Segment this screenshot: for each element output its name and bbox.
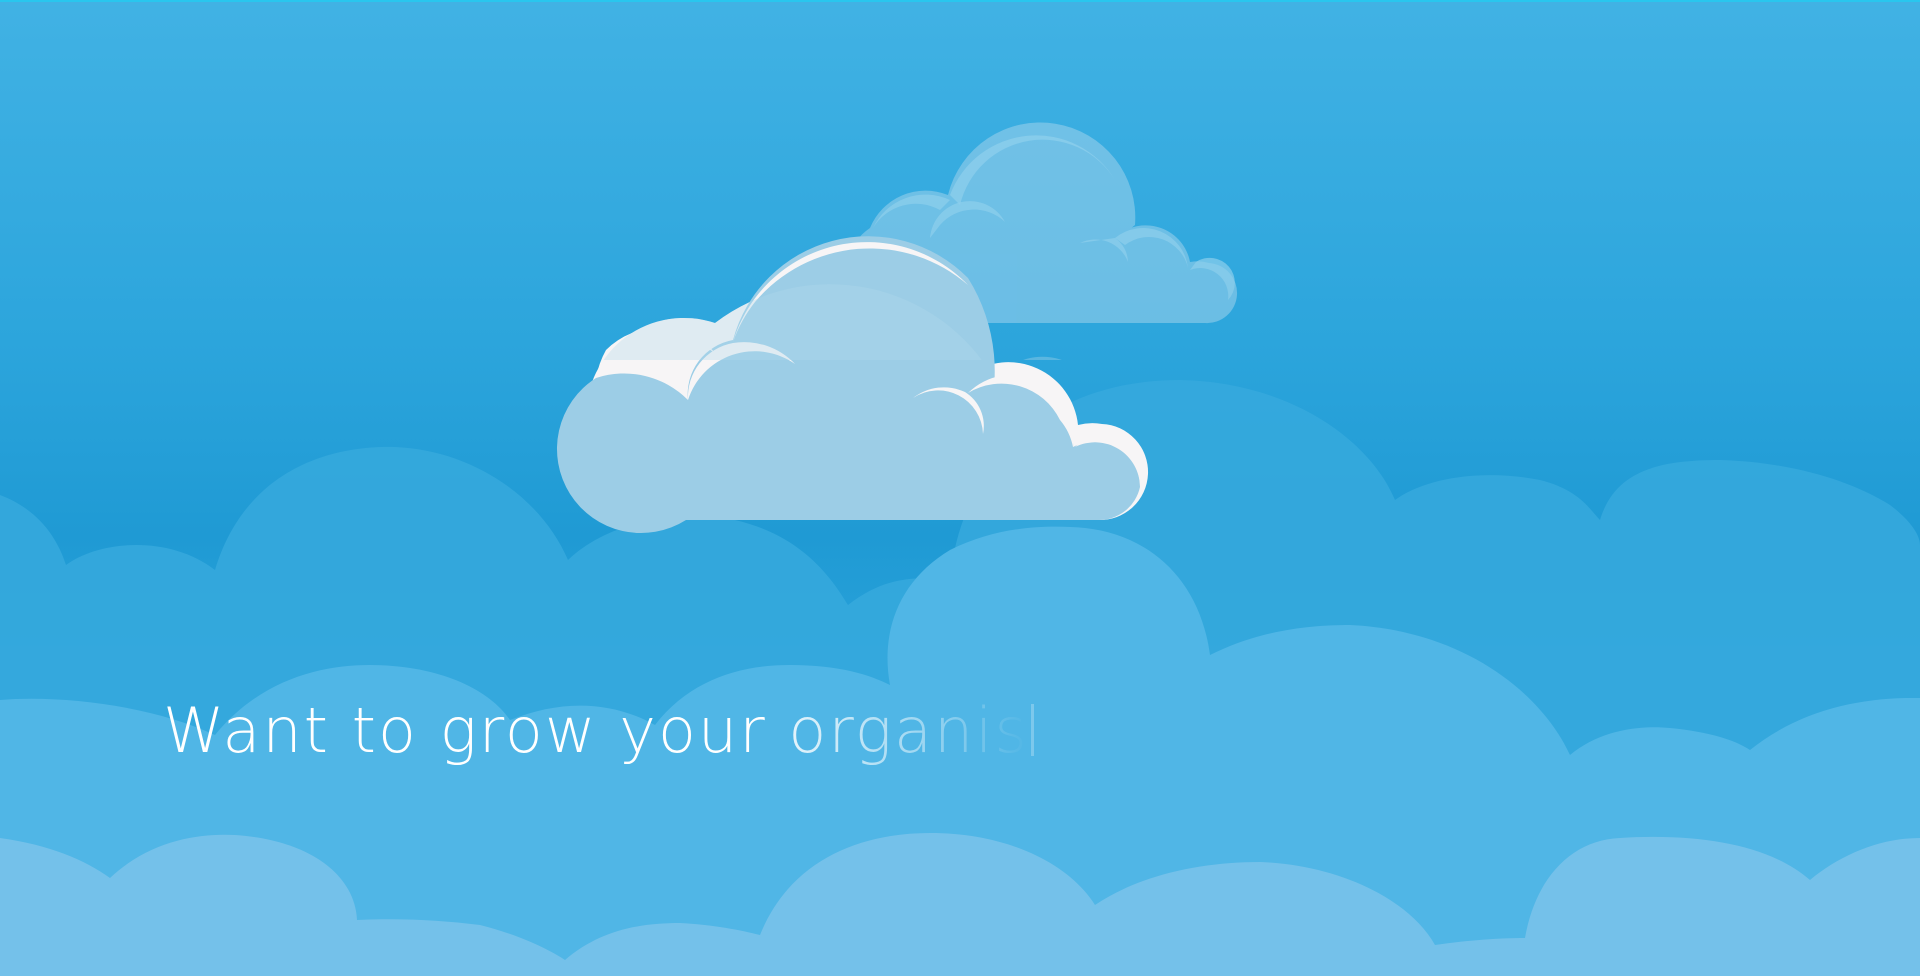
headline-solid-text: Want to grow your: [163, 694, 789, 767]
headline-fading-text: organis: [788, 694, 1029, 767]
cloud-layer-front: [0, 833, 1920, 976]
typing-caret: [1030, 704, 1034, 756]
sky-scene: [0, 122, 1920, 976]
hero-headline: Want to grow your organis: [163, 700, 1034, 762]
